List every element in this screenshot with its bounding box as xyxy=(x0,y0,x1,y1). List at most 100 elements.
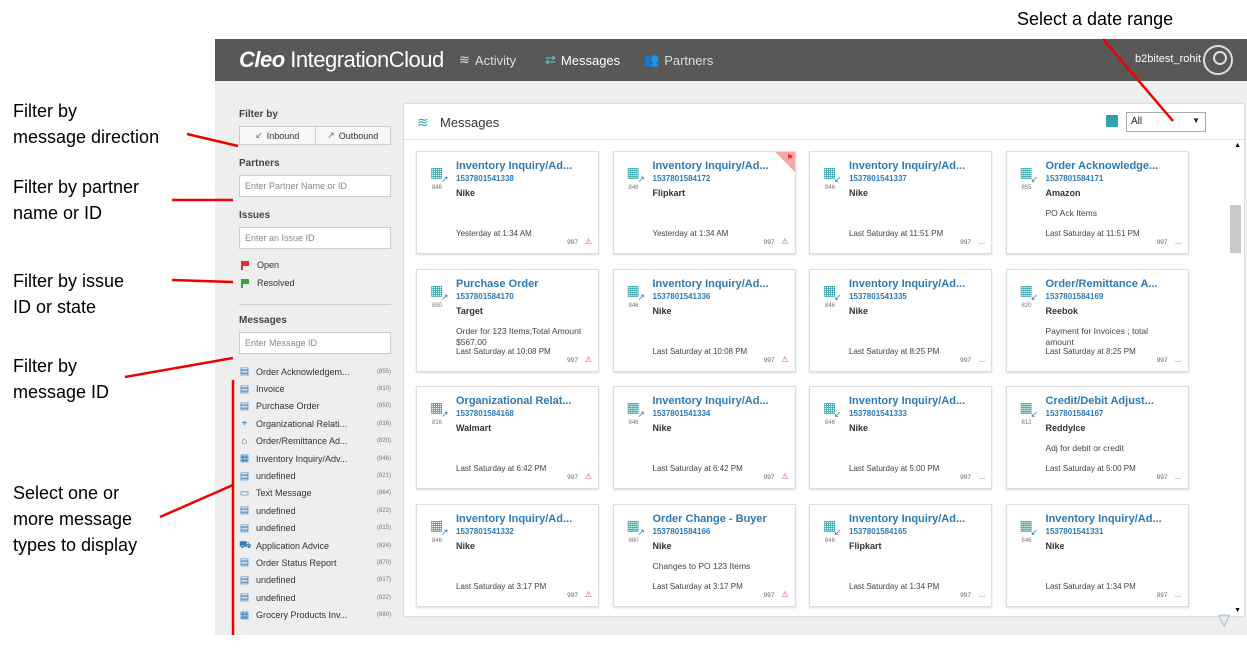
message-type-item[interactable]: ⌖ Organizational Relati... (816) xyxy=(239,415,391,432)
partner-input[interactable]: Enter Partner Name or ID xyxy=(239,175,391,197)
app-window: Cleo IntegrationCloud ≋ Activity ⇄ Message… xyxy=(215,39,1247,635)
nav-partners[interactable]: 👥 Partners xyxy=(643,52,713,68)
message-timestamp: Last Saturday at 11:51 PM xyxy=(849,229,944,238)
message-card[interactable]: ▦ ↗ 846 Inventory Inquiry/Ad... 153780154133… xyxy=(612,386,796,489)
message-title[interactable]: Inventory Inquiry/Ad... xyxy=(456,513,594,525)
message-timestamp: Last Saturday at 6:42 PM xyxy=(652,464,743,473)
message-title[interactable]: Purchase Order xyxy=(456,278,594,290)
filter-sidebar: Filter by ↙ Inbound ↗ Outbound Partners En… xyxy=(239,109,391,624)
message-card[interactable]: ▦ ↗ 850 Purchase Order 1537801584170 Target Or… xyxy=(416,268,599,372)
message-type-item[interactable]: ▤ undefined (822) xyxy=(239,589,391,606)
partner-name: Nike xyxy=(652,423,672,433)
message-id: 1537801541337 xyxy=(849,174,907,183)
partner-name: Flipkart xyxy=(652,188,686,198)
status-report-icon: ▤ xyxy=(239,557,250,569)
message-type-item[interactable]: ▤ Order Acknowledgem... (855) xyxy=(239,363,391,380)
inbound-arrow-icon: ↙ xyxy=(1030,291,1039,302)
message-type-item[interactable]: ▤ Invoice (810) xyxy=(239,380,391,397)
outbound-arrow-icon: ↗ xyxy=(441,526,449,537)
message-title[interactable]: Credit/Debit Adjust... xyxy=(1046,395,1184,407)
message-type-item[interactable]: ▤ undefined (815) xyxy=(239,520,391,537)
message-type-label: Order/Remittance Ad... xyxy=(256,436,348,447)
message-type-code: 846 xyxy=(628,185,639,191)
issue-open-option[interactable]: Open xyxy=(241,258,391,272)
message-card[interactable]: ▦ ↙ 846 Inventory Inquiry/Ad... 153780158416… xyxy=(809,503,992,607)
message-title[interactable]: Order/Remittance A... xyxy=(1046,278,1184,290)
message-card[interactable]: ▦ ↗ 860 Order Change - Buyer 1537801584166 Ni… xyxy=(612,503,796,607)
message-type-item[interactable]: ▦ Inventory Inquiry/Adv... (846) xyxy=(239,450,391,467)
message-type-item[interactable]: ▦ Grocery Products Inv... (880) xyxy=(239,606,391,623)
message-type-count: (850) xyxy=(376,403,391,410)
issue-input[interactable]: Enter an Issue ID xyxy=(239,227,391,249)
message-type-item[interactable]: ▤ undefined (823) xyxy=(239,502,391,519)
message-title[interactable]: Inventory Inquiry/Ad... xyxy=(849,278,987,290)
message-title[interactable]: Inventory Inquiry/Ad... xyxy=(653,278,791,290)
message-type-label: undefined xyxy=(256,505,296,516)
message-type-item[interactable]: ▭ Text Message (864) xyxy=(239,485,391,502)
inbound-button[interactable]: ↙ Inbound xyxy=(240,127,316,144)
message-title[interactable]: Inventory Inquiry/Ad... xyxy=(653,395,791,407)
outbound-arrow-icon: ↗ xyxy=(637,526,646,537)
layers-icon: ≋ xyxy=(417,114,429,130)
message-title[interactable]: Inventory Inquiry/Ad... xyxy=(456,160,594,172)
ack-code: 997 xyxy=(567,239,578,246)
ack-code: 997 xyxy=(763,474,775,481)
message-card[interactable]: ▦ ↙ 820 Order/Remittance A... 1537801584169 R… xyxy=(1005,268,1189,372)
message-type-item[interactable]: ▤ undefined (817) xyxy=(239,572,391,589)
message-id-input[interactable]: Enter Message ID xyxy=(239,332,391,354)
message-card[interactable]: ▦ ↙ 846 Inventory Inquiry/Ad... 153780154133… xyxy=(809,151,992,254)
message-type-item[interactable]: ▤ Purchase Order (850) xyxy=(239,398,391,415)
message-card[interactable]: ▦ ↙ 846 Inventory Inquiry/Ad... 153780154133… xyxy=(1005,503,1189,607)
scroll-thumb[interactable] xyxy=(1230,205,1241,253)
message-card[interactable]: ▦ ↙ 855 Order Acknowledge... 1537801584171 Am… xyxy=(1005,151,1189,254)
ack-code: 997 xyxy=(1156,591,1168,599)
ack-code: 997 xyxy=(960,591,971,599)
messages-icon: ⇄ xyxy=(545,52,556,67)
message-card[interactable]: ▦ ↙ 812 Credit/Debit Adjust... 1537801584167… xyxy=(1005,386,1189,489)
document-icon: ▤ xyxy=(239,592,250,604)
message-card[interactable]: ▦ ↗ 846 Inventory Inquiry/Ad... 153780154133… xyxy=(416,503,599,607)
message-description: Order for 123 Items;Total Amount $567.00 xyxy=(456,325,582,347)
message-card[interactable]: ⚑ ▦ ↗ 846 Inventory Inquiry/Ad... 15378015841… xyxy=(612,151,796,254)
message-type-code: 846 xyxy=(825,420,836,426)
message-title[interactable]: Inventory Inquiry/Ad... xyxy=(653,160,791,172)
message-title[interactable]: Order Change - Buyer xyxy=(653,513,791,525)
message-type-count: (821) xyxy=(376,473,391,480)
message-title[interactable]: Inventory Inquiry/Ad... xyxy=(849,395,987,407)
username[interactable]: b2bitest_rohit xyxy=(1135,53,1201,65)
message-type-count: (855) xyxy=(376,368,391,375)
avatar-icon[interactable] xyxy=(1203,45,1233,75)
nav-messages[interactable]: ⇄ Messages xyxy=(545,52,620,68)
scroll-up-icon[interactable]: ▲ xyxy=(1234,142,1241,149)
scrollbar[interactable]: ▲ ▼ xyxy=(1230,140,1244,616)
nav-activity[interactable]: ≋ Activity xyxy=(459,52,516,68)
message-timestamp: Last Saturday at 10:08 PM xyxy=(456,346,551,356)
ack-code: 997 xyxy=(1156,474,1168,481)
message-title[interactable]: Inventory Inquiry/Ad... xyxy=(849,160,987,172)
message-id: 1537801541335 xyxy=(849,291,907,301)
message-card[interactable]: ▦ ↗ 846 Inventory Inquiry/Ad... 153780154133… xyxy=(416,151,599,254)
message-type-code: 846 xyxy=(628,302,639,309)
message-card[interactable]: ▦ ↗ 846 Inventory Inquiry/Ad... 153780154133… xyxy=(612,268,796,372)
message-title[interactable]: Organizational Relat... xyxy=(456,395,594,407)
issue-resolved-option[interactable]: Resolved xyxy=(241,276,391,290)
message-card[interactable]: ▦ ↙ 846 Inventory Inquiry/Ad... 153780154133… xyxy=(809,386,992,489)
calendar-icon[interactable] xyxy=(1106,115,1118,127)
date-range-select[interactable]: All xyxy=(1126,112,1206,132)
message-type-item[interactable]: ▤ Order Status Report (870) xyxy=(239,554,391,571)
app-logo[interactable]: Cleo IntegrationCloud xyxy=(239,47,444,73)
messages-heading: Messages xyxy=(239,315,287,326)
outbound-button[interactable]: ↗ Outbound xyxy=(316,127,391,144)
message-type-item[interactable]: ▤ undefined (821) xyxy=(239,467,391,484)
message-card[interactable]: ▦ ↙ 846 Inventory Inquiry/Ad... 153780154133… xyxy=(809,268,992,372)
message-card[interactable]: ▦ ↗ 816 Organizational Relat... 153780158416… xyxy=(416,386,599,489)
ack-ok-icon: ⌴ xyxy=(1175,589,1182,599)
message-type-list: ▤ Order Acknowledgem... (855) ▤ Invoice (810)… xyxy=(239,363,391,624)
message-timestamp: Last Saturday at 6:42 PM xyxy=(456,464,547,473)
message-title[interactable]: Inventory Inquiry/Ad... xyxy=(849,513,987,525)
message-type-item[interactable]: ⌂ Order/Remittance Ad... (820) xyxy=(239,433,391,450)
message-type-item[interactable]: ⛟ Application Advice (824) xyxy=(239,537,391,554)
message-title[interactable]: Inventory Inquiry/Ad... xyxy=(1046,513,1184,525)
green-flag-icon xyxy=(241,278,249,288)
message-title[interactable]: Order Acknowledge... xyxy=(1046,160,1184,172)
